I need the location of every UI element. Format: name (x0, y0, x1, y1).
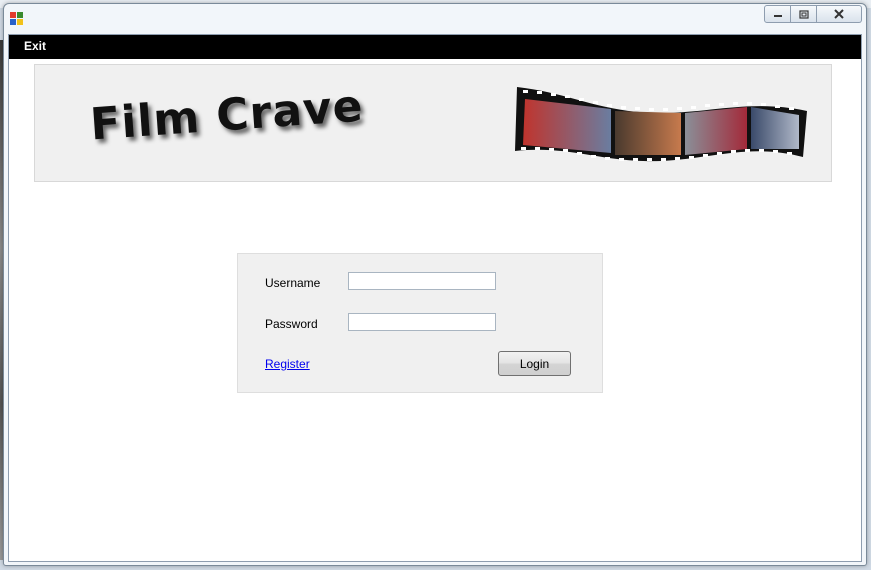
password-field[interactable] (348, 313, 496, 331)
caption-buttons (764, 5, 862, 23)
banner-title: Film Crave (88, 80, 366, 151)
app-window: Exit Film Crave Username Password Regist… (3, 3, 867, 566)
register-link[interactable]: Register (265, 357, 310, 371)
banner: Film Crave (34, 64, 832, 182)
minimize-icon (773, 15, 782, 17)
menu-item-exit[interactable]: Exit (24, 39, 46, 53)
maximize-button[interactable] (791, 5, 817, 23)
maximize-icon (798, 9, 809, 19)
title-bar[interactable] (4, 4, 866, 34)
menu-bar: Exit (9, 35, 861, 59)
close-button[interactable] (817, 5, 862, 23)
close-icon (834, 9, 844, 19)
app-icon[interactable] (10, 12, 24, 26)
login-button[interactable]: Login (498, 351, 571, 376)
username-field[interactable] (348, 272, 496, 290)
username-label: Username (265, 276, 321, 290)
minimize-button[interactable] (764, 5, 791, 23)
password-label: Password (265, 317, 318, 331)
client-area: Exit Film Crave Username Password Regist… (8, 34, 862, 562)
login-panel: Username Password Register Login (237, 253, 603, 393)
filmstrip-image (515, 87, 807, 162)
